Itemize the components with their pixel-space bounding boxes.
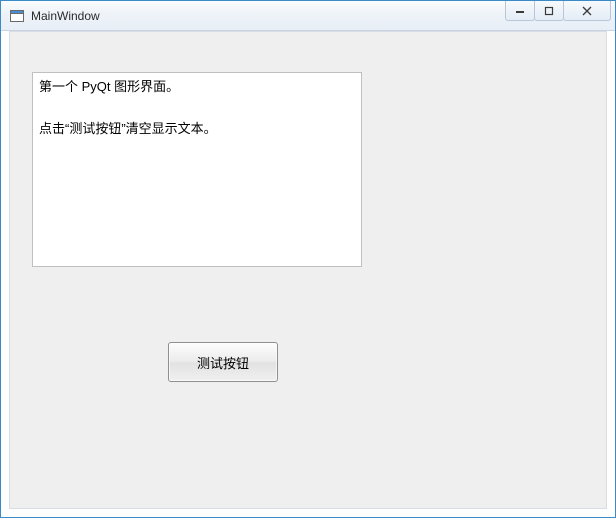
test-button-label: 测试按钮 — [197, 353, 249, 372]
window-title: MainWindow — [31, 9, 100, 23]
client-area: 第一个 PyQt 图形界面。 点击“测试按钮”清空显示文本。 测试按钮 — [9, 31, 607, 509]
app-icon — [9, 8, 25, 24]
maximize-icon — [544, 6, 554, 16]
maximize-button[interactable] — [534, 1, 564, 21]
text-display[interactable]: 第一个 PyQt 图形界面。 点击“测试按钮”清空显示文本。 — [32, 72, 362, 267]
window-controls — [506, 1, 611, 21]
close-button[interactable] — [563, 1, 611, 21]
main-window: MainWindow 第一个 PyQt 图形界面。 点击“测试按钮”清空显示文本… — [0, 0, 616, 518]
close-icon — [581, 6, 593, 16]
minimize-icon — [515, 6, 525, 16]
titlebar[interactable]: MainWindow — [1, 1, 615, 31]
minimize-button[interactable] — [505, 1, 535, 21]
test-button[interactable]: 测试按钮 — [168, 342, 278, 382]
